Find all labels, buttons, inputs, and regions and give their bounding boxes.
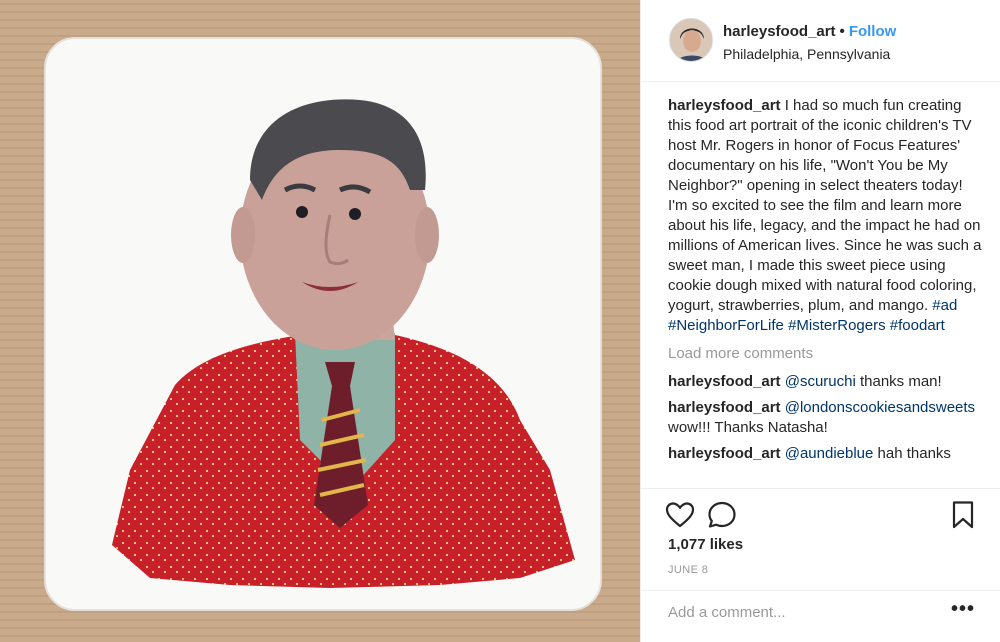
header-user-line: harleysfood_art • Follow: [723, 23, 896, 40]
separator-dot: •: [839, 23, 845, 40]
comments-list: harleysfood_art I had so much fun creati…: [668, 96, 983, 488]
hashtag-misterrogers[interactable]: #MisterRogers: [788, 317, 886, 334]
post-date: JUNE 8: [668, 564, 709, 576]
comment-mention[interactable]: @aundieblue: [785, 445, 874, 462]
comment-text: hah thanks: [877, 445, 951, 462]
caption: harleysfood_art I had so much fun creati…: [668, 96, 983, 336]
post-image[interactable]: [0, 0, 640, 642]
post-sidebar: harleysfood_art • Follow Philadelphia, Pen…: [640, 0, 1000, 642]
hashtag-neighborforlife[interactable]: #NeighborForLife: [668, 317, 784, 334]
add-comment-input[interactable]: [668, 601, 938, 623]
follow-button[interactable]: Follow: [849, 23, 897, 40]
bookmark-icon[interactable]: [947, 499, 979, 531]
caption-text: I had so much fun creating this food art…: [668, 97, 982, 314]
comment-item: harleysfood_art @londonscookiesandsweets…: [668, 398, 983, 438]
comment-item: harleysfood_art @aundieblue hah thanks: [668, 444, 983, 464]
post-header: harleysfood_art • Follow Philadelphia, Pen…: [641, 0, 1000, 82]
hashtag-foodart[interactable]: #foodart: [890, 317, 945, 334]
add-comment-bar: •••: [641, 590, 1000, 642]
comment-mention[interactable]: @scuruchi: [785, 373, 856, 390]
hashtag-ad[interactable]: #ad: [932, 297, 957, 314]
comment-text: thanks man!: [859, 373, 942, 390]
caption-username[interactable]: harleysfood_art: [668, 97, 781, 114]
heart-icon[interactable]: [664, 499, 696, 531]
comment-bubble-icon[interactable]: [706, 499, 738, 531]
header-username[interactable]: harleysfood_art: [723, 23, 836, 40]
comment-username[interactable]: harleysfood_art: [668, 445, 781, 462]
food-art-illustration: [0, 0, 640, 642]
avatar[interactable]: [669, 18, 713, 62]
comment-text: wow!!! Thanks Natasha!: [668, 419, 828, 436]
likes-count[interactable]: 1,077 likes: [668, 536, 743, 553]
location-link[interactable]: Philadelphia, Pennsylvania: [723, 46, 890, 62]
comment-item: harleysfood_art @scuruchi thanks man!: [668, 372, 983, 392]
comment-username[interactable]: harleysfood_art: [668, 399, 781, 416]
load-more-comments-button[interactable]: Load more comments: [668, 344, 983, 364]
comment-mention[interactable]: @londonscookiesandsweets: [785, 399, 975, 416]
avatar-image: [670, 19, 712, 61]
comment-username[interactable]: harleysfood_art: [668, 373, 781, 390]
more-options-icon[interactable]: •••: [951, 598, 975, 621]
